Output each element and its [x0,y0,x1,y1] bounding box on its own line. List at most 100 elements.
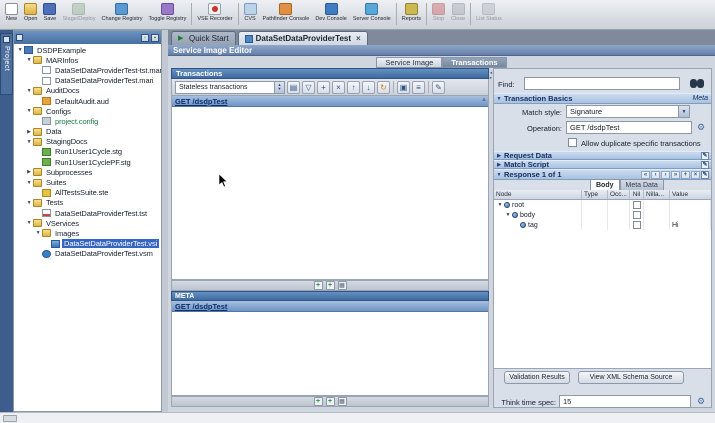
tree-item-alltestssuite-ste[interactable]: AllTestsSuite.ste [14,188,161,198]
add-icon[interactable]: + [314,397,323,406]
tree-item-marinfos[interactable]: ▼MARInfos [14,55,161,65]
move-down-icon[interactable]: ↓ [362,81,375,94]
transaction-mode-dropdown[interactable]: Stateless transactions ▲▼ [175,81,285,94]
tree-item-project-config[interactable]: project.config [14,116,161,126]
response-tab-meta-data[interactable]: Meta Data [620,179,664,190]
minimize-panel-icon[interactable]: ▫ [141,34,149,42]
tree-item-datasetdataprovidertest-mari[interactable]: DataSetDataProviderTest.mari [14,76,161,86]
wrench-icon[interactable]: ⚙ [697,397,705,406]
add-response-icon[interactable]: + [681,171,690,179]
toolbar-button-pathfinder-console[interactable]: Pathfinder Console [260,1,313,29]
nillable-checkbox[interactable] [633,211,641,219]
value-cell[interactable] [670,210,711,220]
remove-response-icon[interactable]: × [691,171,700,179]
collapse-handle-icon[interactable]: ▼ [25,88,33,94]
tab-quick-start[interactable]: ▶Quick Start [171,31,236,45]
spinner-arrows-icon[interactable]: ▲▼ [274,82,284,93]
meta-section-header[interactable]: META [171,291,489,301]
close-tab-icon[interactable]: × [356,34,361,43]
tree-item-auditdocs[interactable]: ▼AuditDocs [14,86,161,96]
tree-item-vservices[interactable]: ▼VServices [14,218,161,228]
column-header-node[interactable]: Node [494,190,582,199]
expand-arrow-icon[interactable]: ▶ [494,153,504,159]
float-panel-icon[interactable]: ▪ [151,34,159,42]
toolbar-button-reports[interactable]: Reports [399,1,424,29]
clipboard-icon[interactable]: ▣ [397,81,410,94]
tree-item-data[interactable]: ▶Data [14,127,161,137]
view-tab-transactions[interactable]: Transactions [442,57,506,68]
list-icon[interactable]: ≡ [412,81,425,94]
tree-item-dsdpexample[interactable]: ▼DSDPExample [14,45,161,55]
expand-handle-icon[interactable]: ▶ [25,169,33,175]
collapse-handle-icon[interactable]: ▼ [496,202,504,208]
tree-item-images[interactable]: ▼Images [14,228,161,238]
collapse-handle-icon[interactable]: ▼ [25,180,33,186]
move-up-icon[interactable]: ↑ [347,81,360,94]
collapse-handle-icon[interactable]: ▼ [25,57,33,63]
tree-item-datasetdataprovidertest-vsm[interactable]: DataSetDataProviderTest.vsm [14,249,161,259]
edit-icon[interactable]: ✎ [701,152,709,160]
toolbar-button-new[interactable]: New [2,1,21,29]
nillable-checkbox[interactable] [633,221,641,229]
value-cell[interactable] [670,200,711,210]
transaction-row[interactable]: GET /dsdpTest [172,96,488,107]
chevron-down-icon[interactable]: ▼ [678,106,689,117]
nillable-checkbox[interactable] [633,201,641,209]
edit-icon[interactable]: ✎ [432,81,445,94]
tree-item-tests[interactable]: ▼Tests [14,198,161,208]
last-response-icon[interactable]: » [671,171,680,179]
expand-handle-icon[interactable]: ▶ [25,129,33,135]
meta-transaction-row[interactable]: GET /dsdpTest [172,301,488,312]
toolbar-button-toggle-registry[interactable]: Toggle Registry [145,1,189,29]
column-header-occ[interactable]: Occ... [608,190,630,199]
edit-icon[interactable]: ✎ [701,171,709,179]
toolbar-button-save[interactable]: Save [40,1,59,29]
column-header-nilla[interactable]: Nilla... [644,190,670,199]
think-time-input[interactable] [559,395,691,408]
tree-item-run1user1cyclepf-stg[interactable]: Run1User1CyclePF.stg [14,157,161,167]
response-tab-body[interactable]: Body [590,179,620,190]
edit-icon[interactable]: ✎ [701,161,709,169]
add-icon[interactable]: + [314,281,323,290]
collapse-arrow-icon[interactable]: ▼ [494,96,504,102]
column-header-value[interactable]: Value [670,190,711,199]
section-match-script[interactable]: ▶ Match Script ✎ [494,160,711,169]
collapse-handle-icon[interactable]: ▼ [25,220,33,226]
binoculars-search-icon[interactable] [690,79,704,88]
validation-results-button[interactable]: Validation Results [504,371,570,384]
collapse-handle-icon[interactable]: ▼ [25,139,33,145]
tree-item-suites[interactable]: ▼Suites [14,177,161,187]
collapse-handle-icon[interactable]: ▼ [25,108,33,114]
tree-item-defaultaudit-aud[interactable]: DefaultAudit.aud [14,96,161,106]
scroll-up-icon[interactable]: ▲ [481,97,487,103]
toolbar-button-cvs[interactable]: CVS [241,1,260,29]
collapse-handle-icon[interactable]: ▼ [504,212,512,218]
tree-item-datasetdataprovidertest-tst[interactable]: DataSetDataProviderTest.tst [14,208,161,218]
table-row-body[interactable]: ▼body [494,210,711,220]
tree-item-subprocesses[interactable]: ▶Subprocesses [14,167,161,177]
collapse-handle-icon[interactable]: ▼ [16,47,24,53]
delete-icon[interactable]: × [332,81,345,94]
grid-icon[interactable]: ▦ [338,397,347,406]
value-cell[interactable]: Hi [670,220,711,230]
add-icon[interactable]: + [326,397,335,406]
tree-item-datasetdataprovidertest-tst-mari[interactable]: DataSetDataProviderTest-tst.mari [14,65,161,75]
first-response-icon[interactable]: « [641,171,650,179]
tree-item-configs[interactable]: ▼Configs [14,106,161,116]
add-icon[interactable]: + [317,81,330,94]
toolbar-button-server-console[interactable]: Server Console [350,1,394,29]
collapse-handle-icon[interactable]: ▼ [25,200,33,206]
view-tab-service-image[interactable]: Service Image [376,57,442,68]
column-header-nil[interactable]: Nil [630,190,644,199]
tab-datasetdataprovidertest[interactable]: DataSetDataProviderTest× [238,31,368,45]
add-icon[interactable]: + [326,281,335,290]
panel-splitter[interactable] [162,30,168,412]
operation-field[interactable]: GET /dsdpTest [566,121,692,134]
collapse-handle-icon[interactable]: ▼ [34,230,42,236]
allow-duplicate-checkbox[interactable] [568,138,577,147]
toolbar-button-change-registry[interactable]: Change Registry [99,1,146,29]
image-icon[interactable]: ▤ [287,81,300,94]
wrench-icon[interactable]: ⚙ [697,123,705,132]
view-xml-schema-source-button[interactable]: View XML Schema Source [578,371,684,384]
filter-icon[interactable]: ▽ [302,81,315,94]
